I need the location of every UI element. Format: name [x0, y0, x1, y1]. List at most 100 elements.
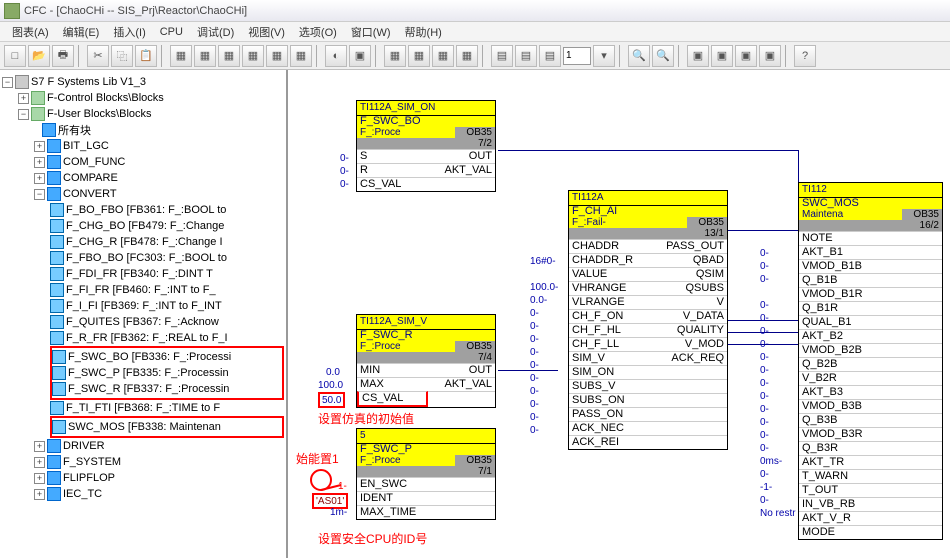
expand-icon[interactable]: −	[34, 189, 45, 200]
port-out[interactable]: V_DATA	[648, 309, 727, 323]
port-in[interactable]: Q_B3B	[799, 413, 942, 427]
port-out[interactable]	[426, 477, 495, 491]
port-in[interactable]: AKT_B2	[799, 329, 942, 343]
port-in[interactable]: CHADDR	[569, 239, 648, 253]
port-out[interactable]	[426, 491, 495, 505]
tb-19[interactable]: ▣	[759, 45, 781, 67]
tree-item[interactable]: F_TI_FTI [FB368: F_:TIME to F	[66, 402, 220, 414]
port-out[interactable]: QBAD	[648, 253, 727, 267]
port-out[interactable]	[648, 365, 727, 379]
port-in[interactable]: IDENT	[357, 491, 426, 505]
expand-icon[interactable]: +	[34, 157, 45, 168]
tree-item[interactable]: IEC_TC	[63, 488, 102, 500]
port-in[interactable]: SIM_ON	[569, 365, 648, 379]
port-in[interactable]: VALUE	[569, 267, 648, 281]
tree-item[interactable]: F_FI_FR [FB460: F_:INT to F_	[2, 282, 284, 298]
diagram-canvas[interactable]: TI112A_SIM_ON F_SWC_BO F_:ProceOB35 7/2 …	[288, 70, 950, 558]
tb-drop[interactable]: ▾	[593, 45, 615, 67]
help-button[interactable]: ?	[794, 45, 816, 67]
port-in[interactable]: ACK_NEC	[569, 421, 648, 435]
tb-12[interactable]: ▦	[456, 45, 478, 67]
menu-options[interactable]: 选项(O)	[293, 22, 343, 42]
port-out[interactable]	[648, 435, 727, 449]
tree-item[interactable]: F_SYSTEM	[63, 456, 121, 468]
paste-button[interactable]: 📋	[135, 45, 157, 67]
menu-debug[interactable]: 调试(D)	[191, 22, 240, 42]
tree-item[interactable]: F_QUITES [FB367: F_:Acknow	[2, 314, 284, 330]
port-in[interactable]: CHADDR_R	[569, 253, 648, 267]
menu-cpu[interactable]: CPU	[154, 24, 189, 40]
expand-icon[interactable]: +	[34, 173, 45, 184]
port-out[interactable]: V_MOD	[648, 337, 727, 351]
port-in[interactable]: Q_B1R	[799, 301, 942, 315]
port-in[interactable]: CH_F_LL	[569, 337, 648, 351]
tree-item[interactable]: F_FBO_BO [FC303: F_:BOOL to	[2, 250, 284, 266]
port-in[interactable]: VMOD_B1R	[799, 287, 942, 301]
port-out[interactable]: OUT	[426, 149, 495, 163]
port-out[interactable]: V	[648, 295, 727, 309]
port-in[interactable]: VMOD_B3R	[799, 427, 942, 441]
tb-15[interactable]: ▤	[539, 45, 561, 67]
tree-item[interactable]: F_I_FI [FB369: F_:INT to F_INT	[2, 298, 284, 314]
port-out[interactable]: PASS_OUT	[648, 239, 727, 253]
tb-1[interactable]: ▦	[170, 45, 192, 67]
expand-icon[interactable]: +	[34, 441, 45, 452]
port-in[interactable]: T_OUT	[799, 483, 942, 497]
port-out[interactable]	[426, 505, 495, 519]
port-in[interactable]: IN_VB_RB	[799, 497, 942, 511]
tree-item[interactable]: COMPARE	[63, 172, 118, 184]
port-in[interactable]: T_WARN	[799, 469, 942, 483]
port-out[interactable]	[426, 177, 495, 191]
port-in[interactable]: Q_B3R	[799, 441, 942, 455]
tree-item[interactable]: F_CHG_R [FB478: F_:Change I	[2, 234, 284, 250]
tree-item[interactable]: F_BO_FBO [FB361: F_:BOOL to	[2, 202, 284, 218]
tree-item[interactable]: F_SWC_R [FB337: F_:Processin	[68, 383, 229, 395]
tree-item[interactable]: F_FDI_FR [FB340: F_:DINT T	[2, 266, 284, 282]
port-out[interactable]: QUALITY	[648, 323, 727, 337]
tb-3[interactable]: ▦	[218, 45, 240, 67]
port-in[interactable]: EN_SWC	[357, 477, 426, 491]
port-out[interactable]: OUT	[426, 363, 495, 377]
tb-13[interactable]: ▤	[491, 45, 513, 67]
tb-4[interactable]: ▦	[242, 45, 264, 67]
menu-help[interactable]: 帮助(H)	[399, 22, 448, 42]
tree-item[interactable]: 所有块	[58, 122, 91, 138]
port-out[interactable]: QSIM	[648, 267, 727, 281]
tb-5[interactable]: ▦	[266, 45, 288, 67]
block-sim-on[interactable]: TI112A_SIM_ON F_SWC_BO F_:ProceOB35 7/2 …	[356, 100, 496, 192]
expand-icon[interactable]: +	[34, 457, 45, 468]
block-swc-p[interactable]: 5 F_SWC_P F_:ProceOB35 7/1 EN_SWCIDENTMA…	[356, 428, 496, 520]
tree-item[interactable]: DRIVER	[63, 440, 105, 452]
tb-7[interactable]: ◐	[325, 45, 347, 67]
tree-panel[interactable]: −S7 F Systems Lib V1_3 +F-Control Blocks…	[0, 70, 288, 558]
tb-14[interactable]: ▤	[515, 45, 537, 67]
open-button[interactable]: 📂	[28, 45, 50, 67]
tree-item[interactable]: F_SWC_BO [FB336: F_:Processi	[68, 351, 231, 363]
zoom-out-button[interactable]: 🔍	[652, 45, 674, 67]
expand-icon[interactable]: +	[34, 473, 45, 484]
tree-item[interactable]: CONVERT	[63, 188, 117, 200]
toolbar-field[interactable]	[563, 47, 591, 65]
menu-chart[interactable]: 图表(A)	[6, 22, 55, 42]
tb-11[interactable]: ▦	[432, 45, 454, 67]
port-out[interactable]	[648, 379, 727, 393]
block-swc-mos[interactable]: TI112 SWC_MOS MaintenaOB35 16/2 NOTEAKT_…	[798, 182, 943, 540]
menu-insert[interactable]: 插入(I)	[107, 22, 151, 42]
menu-edit[interactable]: 编辑(E)	[57, 22, 106, 42]
cut-button[interactable]: ✂	[87, 45, 109, 67]
port-in[interactable]: MAX_TIME	[357, 505, 426, 519]
port-in[interactable]: MIN	[357, 363, 426, 377]
port-in[interactable]: PASS_ON	[569, 407, 648, 421]
new-button[interactable]: □	[4, 45, 26, 67]
port-in[interactable]: CH_F_ON	[569, 309, 648, 323]
port-out[interactable]: ACK_REQ	[648, 351, 727, 365]
port-in[interactable]: S	[357, 149, 426, 163]
port-in[interactable]: AKT_TR	[799, 455, 942, 469]
tree-item[interactable]: F-User Blocks\Blocks	[47, 108, 152, 120]
block-sim-v[interactable]: TI112A_SIM_V F_SWC_R F_:ProceOB35 7/4 MI…	[356, 314, 496, 408]
port-in[interactable]: AKT_B3	[799, 385, 942, 399]
port-in[interactable]: CH_F_HL	[569, 323, 648, 337]
port-in[interactable]: VMOD_B3B	[799, 399, 942, 413]
tb-2[interactable]: ▦	[194, 45, 216, 67]
port-in[interactable]: VMOD_B2B	[799, 343, 942, 357]
